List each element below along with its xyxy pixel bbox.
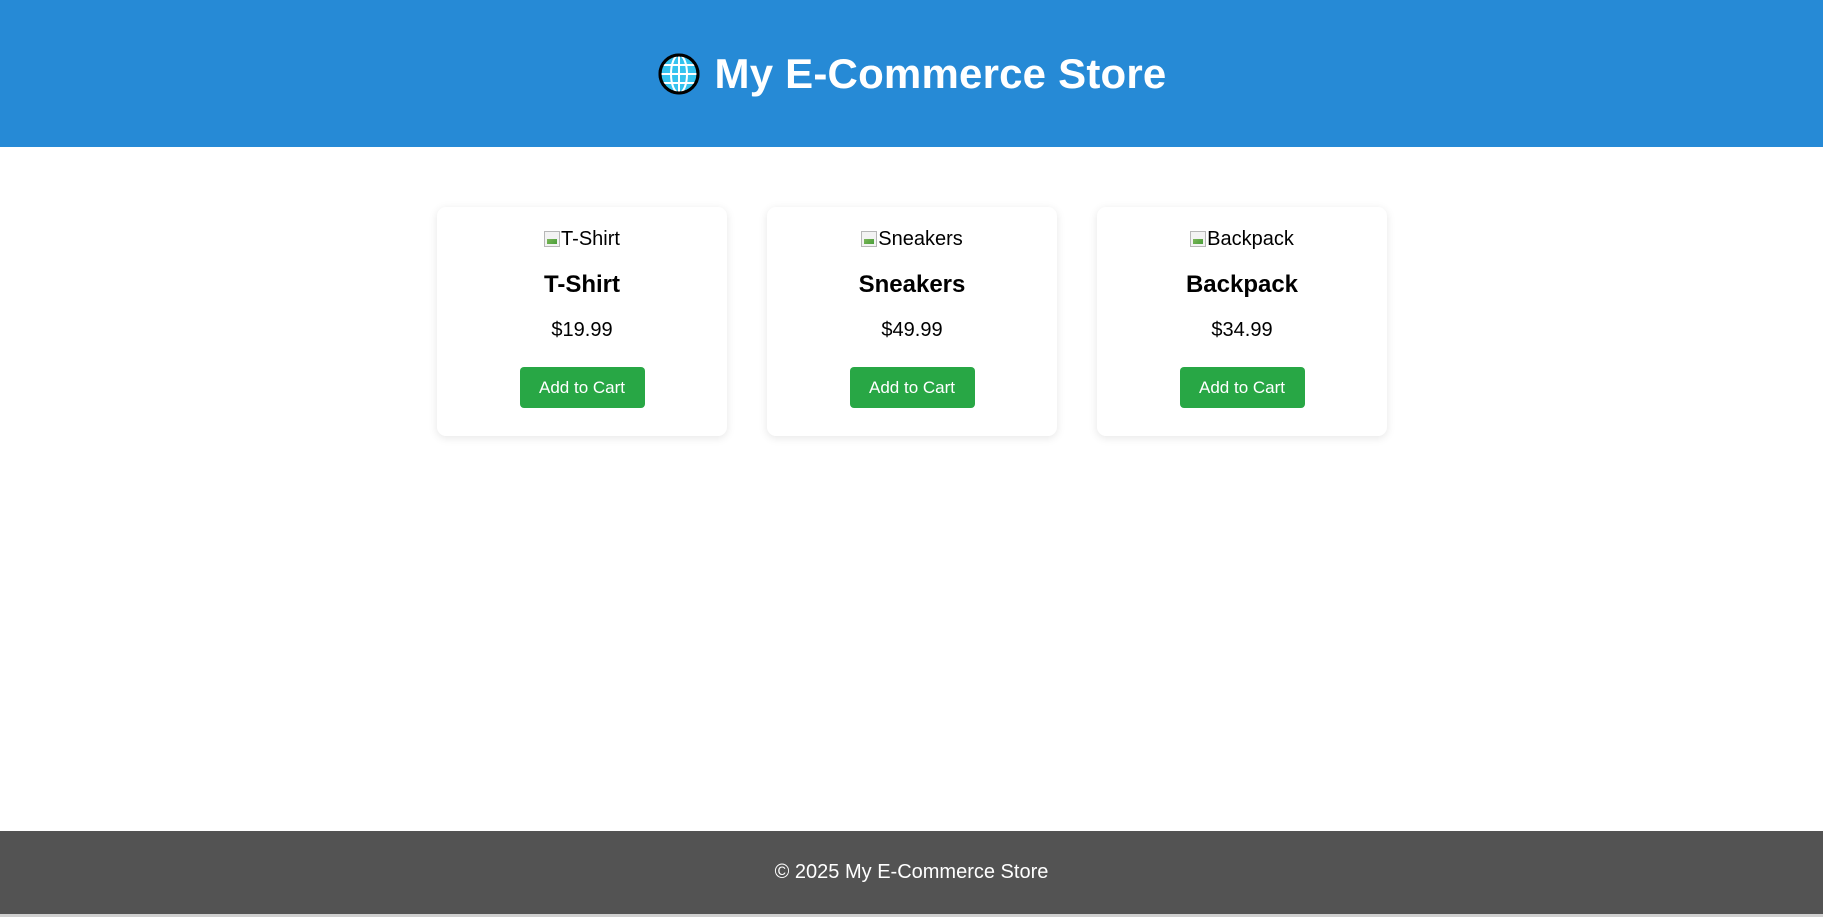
product-price: $34.99 — [1211, 319, 1273, 341]
broken-image-icon — [861, 231, 878, 247]
product-name: T-Shirt — [544, 271, 620, 298]
site-footer: © 2025 My E-Commerce Store — [0, 831, 1823, 914]
product-grid: T-Shirt T-Shirt $19.99 Add to Cart Sneak… — [437, 207, 1387, 436]
page: My E-Commerce Store T-Shirt T-Shirt $19.… — [0, 0, 1823, 917]
footer-copyright: © 2025 My E-Commerce Store — [774, 861, 1049, 883]
add-to-cart-button[interactable]: Add to Cart — [519, 367, 645, 408]
product-image-alt: Backpack — [1207, 227, 1294, 250]
product-image: Backpack — [1190, 227, 1294, 251]
broken-image-icon — [1190, 231, 1207, 247]
product-card: Sneakers Sneakers $49.99 Add to Cart — [767, 207, 1057, 436]
product-image: Sneakers — [861, 227, 963, 251]
product-image: T-Shirt — [544, 227, 620, 251]
product-price: $49.99 — [881, 319, 943, 341]
product-name: Backpack — [1185, 271, 1299, 298]
add-to-cart-button[interactable]: Add to Cart — [1179, 367, 1305, 408]
product-card: T-Shirt T-Shirt $19.99 Add to Cart — [437, 207, 727, 436]
broken-image-icon — [544, 231, 561, 247]
product-image-alt: Sneakers — [878, 227, 963, 250]
header-title-group: My E-Commerce Store — [657, 50, 1167, 98]
add-to-cart-button[interactable]: Add to Cart — [849, 367, 975, 408]
site-title: My E-Commerce Store — [714, 49, 1167, 97]
product-image-alt: T-Shirt — [561, 227, 620, 250]
product-card: Backpack Backpack $34.99 Add to Cart — [1097, 207, 1387, 436]
site-header: My E-Commerce Store — [0, 0, 1823, 147]
globe-icon — [657, 52, 701, 96]
product-name: Sneakers — [858, 271, 966, 298]
product-price: $19.99 — [551, 319, 613, 341]
